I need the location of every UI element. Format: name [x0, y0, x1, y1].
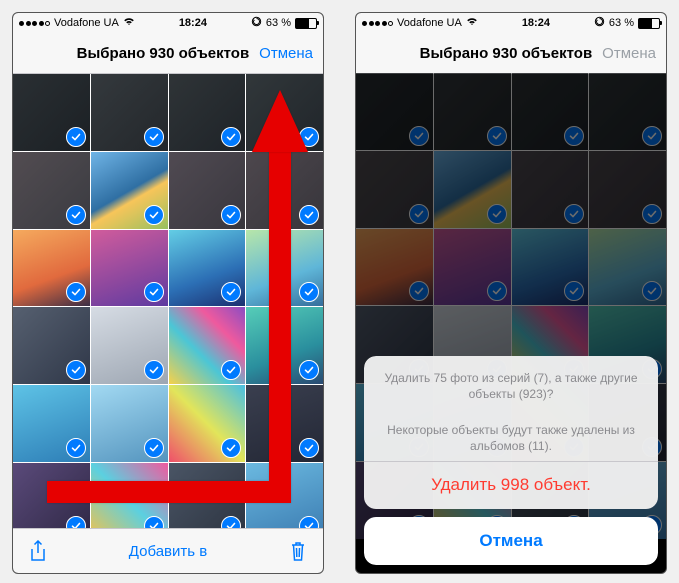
toolbar: Добавить в — [13, 528, 323, 573]
action-sheet-cancel-button[interactable]: Отмена — [364, 517, 658, 565]
photo-thumbnail[interactable] — [13, 74, 90, 151]
selection-checkmark-icon — [144, 127, 164, 147]
photo-thumbnail[interactable] — [91, 307, 168, 384]
photo-thumbnail[interactable] — [13, 152, 90, 229]
photo-thumbnail[interactable] — [246, 385, 323, 462]
battery-icon — [295, 18, 317, 29]
battery-pct-label: 63 % — [609, 17, 634, 29]
photo-thumbnail[interactable] — [246, 230, 323, 307]
selection-checkmark-icon — [144, 438, 164, 458]
selection-checkmark-icon — [221, 438, 241, 458]
clock-label: 18:24 — [179, 17, 207, 29]
photo-thumbnail[interactable] — [91, 230, 168, 307]
photo-thumbnail[interactable] — [13, 385, 90, 462]
carrier-label: Vodafone UA — [54, 17, 119, 29]
selection-checkmark-icon — [66, 282, 86, 302]
photo-grid[interactable] — [13, 74, 323, 540]
action-sheet-overlay: Удалить 75 фото из серий (7), а также др… — [356, 73, 666, 573]
wifi-icon — [466, 17, 478, 29]
photo-thumbnail[interactable] — [246, 307, 323, 384]
signal-strength-icon — [362, 21, 393, 26]
selection-checkmark-icon — [299, 127, 319, 147]
photo-thumbnail[interactable] — [169, 74, 246, 151]
action-sheet: Удалить 75 фото из серий (7), а также др… — [364, 356, 658, 509]
photo-thumbnail[interactable] — [91, 385, 168, 462]
selection-count-title: Выбрано 930 объектов — [77, 45, 250, 62]
phone-screenshot-left: Vodafone UA 18:24 63 % Выбрано 930 объек… — [12, 12, 324, 574]
rotation-lock-icon — [251, 16, 262, 30]
status-bar: Vodafone UA 18:24 63 % — [13, 13, 323, 33]
selection-checkmark-icon — [66, 127, 86, 147]
alert-message-line1: Удалить 75 фото из серий (7), а также др… — [364, 356, 658, 408]
selection-checkmark-icon — [144, 205, 164, 225]
photo-thumbnail[interactable] — [13, 307, 90, 384]
photo-thumbnail[interactable] — [169, 152, 246, 229]
selection-checkmark-icon — [299, 360, 319, 380]
photo-thumbnail[interactable] — [246, 152, 323, 229]
selection-checkmark-icon — [144, 360, 164, 380]
trash-button[interactable] — [287, 540, 309, 562]
carrier-label: Vodafone UA — [397, 17, 462, 29]
selection-checkmark-icon — [221, 127, 241, 147]
selection-checkmark-icon — [66, 360, 86, 380]
photo-thumbnail[interactable] — [91, 152, 168, 229]
add-to-button[interactable]: Добавить в — [129, 543, 207, 560]
battery-pct-label: 63 % — [266, 17, 291, 29]
selection-checkmark-icon — [66, 205, 86, 225]
cancel-button[interactable]: Отмена — [259, 45, 313, 62]
selection-count-title: Выбрано 930 объектов — [420, 45, 593, 62]
selection-checkmark-icon — [144, 282, 164, 302]
battery-icon — [638, 18, 660, 29]
photo-thumbnail[interactable] — [169, 385, 246, 462]
photo-thumbnail[interactable] — [246, 74, 323, 151]
photo-thumbnail[interactable] — [13, 230, 90, 307]
clock-label: 18:24 — [522, 17, 550, 29]
rotation-lock-icon — [594, 16, 605, 30]
photo-thumbnail[interactable] — [91, 74, 168, 151]
share-icon — [29, 540, 47, 562]
delete-confirm-button[interactable]: Удалить 998 объект. — [364, 461, 658, 509]
phone-screenshot-right: Vodafone UA 18:24 63 % Выбрано 930 объек… — [355, 12, 667, 574]
selection-checkmark-icon — [66, 438, 86, 458]
photo-thumbnail[interactable] — [169, 307, 246, 384]
photo-thumbnail[interactable] — [169, 230, 246, 307]
nav-bar: Выбрано 930 объектов Отмена — [13, 33, 323, 74]
wifi-icon — [123, 17, 135, 29]
selection-checkmark-icon — [299, 205, 319, 225]
nav-bar: Выбрано 930 объектов Отмена — [356, 33, 666, 74]
status-bar: Vodafone UA 18:24 63 % — [356, 13, 666, 33]
selection-checkmark-icon — [299, 438, 319, 458]
trash-icon — [289, 540, 307, 562]
selection-checkmark-icon — [221, 205, 241, 225]
cancel-button[interactable]: Отмена — [602, 45, 656, 62]
share-button[interactable] — [27, 540, 49, 562]
alert-message-line2: Некоторые объекты будут также удалены из… — [364, 408, 658, 460]
signal-strength-icon — [19, 21, 50, 26]
